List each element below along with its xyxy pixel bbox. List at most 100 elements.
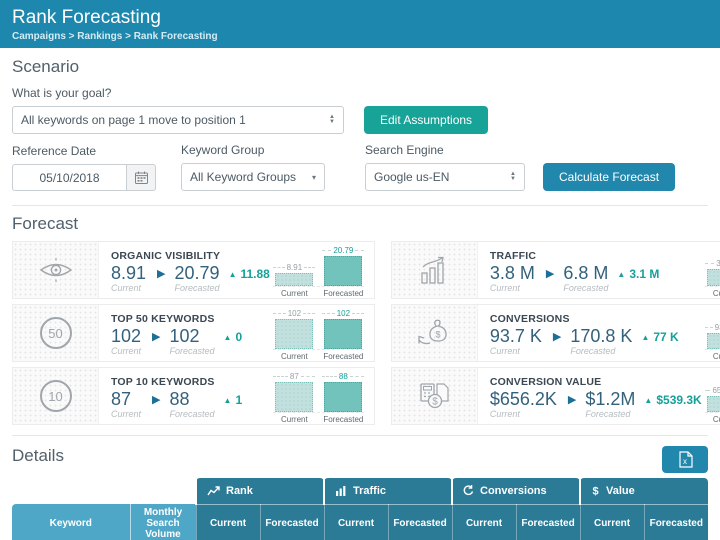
metric-title: TOP 50 KEYWORDS (111, 313, 270, 325)
keyword-group-value: All Keyword Groups (190, 170, 296, 184)
arrow-right-icon: ▶ (152, 330, 160, 343)
bar-chart-icon (335, 486, 347, 496)
forecasted-value: 170.8 K (570, 326, 632, 346)
arrow-right-icon: ▶ (152, 393, 160, 406)
chevron-down-icon: ▾ (312, 173, 316, 182)
col-header-monthly-search-volume[interactable]: Monthly Search Volume (130, 504, 196, 540)
col-header-traffic-forecasted[interactable]: Forecasted (388, 504, 452, 540)
group-header-traffic[interactable]: Traffic (324, 478, 452, 504)
metric-title: CONVERSION VALUE (490, 376, 702, 388)
current-value: 87 (111, 389, 141, 409)
current-value: 8.91 (111, 263, 146, 283)
metric-card-top-10-keywords: 10 TOP 10 KEYWORDS 87 Current ▶ 88 Forec… (12, 367, 375, 425)
current-bar (275, 382, 313, 412)
svg-text:$: $ (436, 330, 441, 340)
col-header-value-forecasted[interactable]: Forecasted (644, 504, 708, 540)
forecast-section: Forecast ORGANIC VISIBILITY 8.91 Current (0, 206, 720, 436)
delta-value: ▲ 1 (224, 393, 243, 407)
metric-card-conversion-value: $ CONVERSION VALUE $656.2K Current ▶ $1.… (391, 367, 720, 425)
dollar-icon: $ (591, 485, 600, 496)
col-header-conversions-forecasted[interactable]: Forecasted (516, 504, 580, 540)
metric-title: CONVERSIONS (490, 313, 702, 325)
calendar-button[interactable] (126, 164, 156, 191)
mini-bar-chart: 656.2 K 1.2 M CurrentForecasted (702, 368, 720, 424)
svg-text:x: x (683, 457, 687, 466)
forecasted-value: 20.79 (175, 263, 220, 283)
forecasted-value: 102 (170, 326, 215, 346)
arrow-right-icon: ▶ (157, 267, 165, 280)
col-header-traffic-current[interactable]: Current (324, 504, 388, 540)
breadcrumb[interactable]: Campaigns > Rankings > Rank Forecasting (12, 31, 708, 42)
goal-select[interactable]: All keywords on page 1 move to position … (12, 106, 344, 134)
search-engine-label: Search Engine (365, 143, 525, 157)
forecast-heading: Forecast (12, 214, 708, 234)
select-stepper-icon: ▲▼ (329, 115, 335, 125)
col-header-value-current[interactable]: Current (580, 504, 644, 540)
arrow-up-icon: ▲ (644, 396, 652, 405)
money-bag-icon: $ (416, 319, 452, 347)
svg-text:$: $ (592, 485, 598, 496)
metric-title: TRAFFIC (490, 250, 702, 262)
export-excel-button[interactable]: x (662, 446, 708, 473)
reference-date-input[interactable]: 05/10/2018 (12, 164, 126, 191)
current-value: $656.2K (490, 389, 557, 409)
excel-export-icon: x (678, 451, 693, 468)
circle-10-icon: 10 (40, 380, 72, 412)
forecasted-bar (324, 319, 362, 349)
mini-bar-chart: 8.91 20.79 CurrentForecasted (270, 242, 374, 298)
metric-card-traffic: TRAFFIC 3.8 M Current ▶ 6.8 M Forecasted… (391, 241, 720, 299)
calendar-icon (135, 171, 148, 184)
search-engine-select[interactable]: Google us-EN ▲▼ (365, 163, 525, 191)
mini-bar-chart: 87 88 CurrentForecasted (270, 368, 374, 424)
current-value: 3.8 M (490, 263, 535, 283)
current-bar (707, 333, 720, 349)
bar-growth-icon (419, 256, 449, 284)
metric-title: ORGANIC VISIBILITY (111, 250, 270, 262)
search-engine-value: Google us-EN (374, 170, 449, 184)
select-stepper-icon: ▲▼ (510, 172, 516, 182)
col-header-keyword[interactable]: Keyword (12, 504, 130, 540)
column-header-row: Keyword Monthly Search Volume Current Fo… (12, 504, 708, 540)
edit-assumptions-button[interactable]: Edit Assumptions (364, 106, 488, 134)
details-table: Rank Traffic Conversions $ Value (12, 478, 708, 540)
reference-date-label: Reference Date (12, 144, 157, 158)
current-bar (707, 396, 720, 412)
col-header-rank-current[interactable]: Current (196, 504, 260, 540)
calculator-icon: $ (417, 381, 451, 411)
group-header-value[interactable]: $ Value (580, 478, 708, 504)
current-value: 102 (111, 326, 141, 346)
current-bar (707, 269, 720, 286)
group-header-rank[interactable]: Rank (196, 478, 324, 504)
col-header-rank-forecasted[interactable]: Forecasted (260, 504, 324, 540)
metric-card-conversions: $ CONVERSIONS 93.7 K Current ▶ 170.8 K F… (391, 304, 720, 362)
keyword-group-label: Keyword Group (181, 143, 325, 157)
delta-value: ▲ 77 K (641, 330, 678, 344)
arrow-right-icon: ▶ (546, 267, 554, 280)
mini-bar-chart: 102 102 CurrentForecasted (270, 305, 374, 361)
delta-value: ▲ $539.3K (644, 393, 701, 407)
current-bar (275, 319, 313, 349)
group-header-conversions[interactable]: Conversions (452, 478, 580, 504)
forecasted-value: $1.2M (585, 389, 635, 409)
arrow-up-icon: ▲ (641, 333, 649, 342)
keyword-group-select[interactable]: All Keyword Groups ▾ (181, 163, 325, 191)
forecasted-bar (324, 382, 362, 412)
calculate-forecast-button[interactable]: Calculate Forecast (543, 163, 675, 191)
arrow-up-icon: ▲ (224, 396, 232, 405)
metric-title: TOP 10 KEYWORDS (111, 376, 270, 388)
arrow-right-icon: ▶ (568, 393, 576, 406)
mini-bar-chart: 3.8 M 6.8 M CurrentForecasted (702, 242, 720, 298)
delta-value: ▲ 11.88 (229, 267, 270, 281)
page-title: Rank Forecasting (12, 6, 708, 30)
refresh-icon (463, 485, 474, 496)
forecasted-bar (324, 256, 362, 286)
col-header-conversions-current[interactable]: Current (452, 504, 516, 540)
metric-card-top-50-keywords: 50 TOP 50 KEYWORDS 102 Current ▶ 102 For… (12, 304, 375, 362)
svg-text:$: $ (433, 397, 439, 408)
arrow-right-icon: ▶ (553, 330, 561, 343)
scenario-section: Scenario What is your goal? All keywords… (0, 48, 720, 206)
line-chart-icon (207, 486, 220, 496)
forecasted-value: 88 (169, 389, 214, 409)
goal-select-value: All keywords on page 1 move to position … (21, 113, 246, 127)
forecasted-value: 6.8 M (563, 263, 608, 283)
